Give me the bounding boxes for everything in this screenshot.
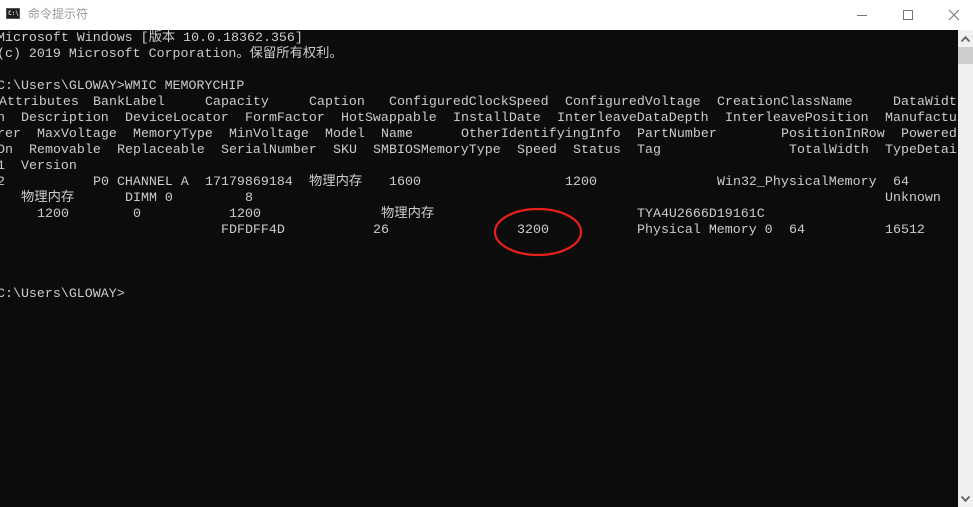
header-cell: Name (381, 126, 413, 141)
close-icon (948, 9, 960, 21)
data-cell: 64 (789, 222, 805, 237)
data-cell: 物理内存 (381, 206, 435, 221)
header-cell: SerialNumber (221, 142, 317, 157)
header-cell: On (0, 142, 13, 157)
header-cell: Description (21, 110, 109, 125)
header-cell: TotalWidth (789, 142, 869, 157)
data-cell: 1200 (565, 174, 597, 189)
data-cell: 17179869184 (205, 174, 293, 189)
scroll-up-button[interactable] (958, 30, 973, 47)
header-cell: DataWidt (893, 94, 957, 109)
data-cell: FDFDFF4D (221, 222, 285, 237)
header-cell: PositionInRow (781, 126, 885, 141)
header-cell: CreationClassName (717, 94, 853, 109)
chevron-down-icon (961, 495, 970, 502)
terminal-output[interactable]: Microsoft Windows [版本 10.0.18362.356] (c… (0, 30, 958, 507)
data-cell: 物理内存 (309, 174, 363, 189)
header-cell: Speed (517, 142, 557, 157)
command-prompt-line: C:\Users\GLOWAY>WMIC MEMORYCHIP (0, 78, 245, 93)
data-cell: TYA4U2666D19161C (637, 206, 765, 221)
data-cell: 物理内存 (21, 190, 75, 205)
vertical-scrollbar[interactable] (958, 30, 973, 507)
data-cell: 0 (133, 206, 141, 221)
data-cell: 64 (893, 174, 909, 189)
header-cell: FormFactor (245, 110, 325, 125)
maximize-button[interactable] (885, 0, 931, 30)
header-cell: Powered (901, 126, 957, 141)
header-cell: TypeDetai (885, 142, 957, 157)
header-cell: DeviceLocator (125, 110, 229, 125)
data-cell: Unknown (885, 190, 941, 205)
header-cell: Caption (309, 94, 365, 109)
minimize-icon (857, 14, 867, 16)
header-cell: Tag (637, 142, 661, 157)
header-cell: Status (573, 142, 621, 157)
header-cell: SKU (333, 142, 357, 157)
header-cell: Version (21, 158, 77, 173)
banner-copyright: (c) 2019 Microsoft Corporation。保留所有权利。 (0, 46, 343, 61)
header-cell: PartNumber (637, 126, 717, 141)
data-cell: 2 (0, 174, 5, 189)
header-cell: OtherIdentifyingInfo (461, 126, 621, 141)
header-cell: ConfiguredVoltage (565, 94, 701, 109)
data-cell: 1200 (37, 206, 69, 221)
data-cell: Physical Memory 0 (637, 222, 773, 237)
data-cell: Win32_PhysicalMemory (717, 174, 877, 189)
cmd-icon: C:\. (6, 8, 23, 19)
header-cell: Capacity (205, 94, 269, 109)
header-cell: 1 (0, 158, 5, 173)
header-cell: rer (0, 126, 21, 141)
maximize-icon (903, 10, 913, 20)
header-cell: HotSwappable (341, 110, 437, 125)
header-cell: ConfiguredClockSpeed (389, 94, 549, 109)
header-cell: n (0, 110, 5, 125)
data-cell: 26 (373, 222, 389, 237)
header-cell: Manufactu (885, 110, 957, 125)
command-prompt[interactable]: C:\Users\GLOWAY> (0, 286, 125, 302)
header-cell: MinVoltage (229, 126, 309, 141)
header-cell: MemoryType (133, 126, 213, 141)
header-cell: Replaceable (117, 142, 205, 157)
header-cell: SMBIOSMemoryType (373, 142, 501, 157)
speed-value: 3200 (517, 222, 549, 237)
data-cell: 1200 (229, 206, 261, 221)
header-cell: Removable (29, 142, 101, 157)
data-cell: 8 (245, 190, 253, 205)
data-cell: DIMM 0 (125, 190, 173, 205)
window-title: 命令提示符 (28, 7, 89, 21)
chevron-up-icon (961, 35, 970, 42)
scrollbar-thumb[interactable] (958, 47, 973, 64)
minimize-button[interactable] (839, 0, 885, 30)
data-cell: 16512 (885, 222, 925, 237)
scroll-down-button[interactable] (958, 490, 973, 507)
close-button[interactable] (931, 0, 973, 30)
header-cell: InterleaveDataDepth (557, 110, 709, 125)
header-cell: InterleavePosition (725, 110, 869, 125)
header-cell: BankLabel (93, 94, 165, 109)
header-cell: InstallDate (453, 110, 541, 125)
header-cell: Model (325, 126, 365, 141)
header-cell: MaxVoltage (37, 126, 117, 141)
banner-version: Microsoft Windows [版本 10.0.18362.356] (0, 30, 303, 45)
data-cell: P0 CHANNEL A (93, 174, 189, 189)
header-cell: Attributes (0, 94, 79, 109)
data-cell: 1600 (389, 174, 421, 189)
cmd-icon-glyph: C:\. (8, 10, 23, 17)
title-bar: C:\. 命令提示符 (0, 0, 973, 30)
